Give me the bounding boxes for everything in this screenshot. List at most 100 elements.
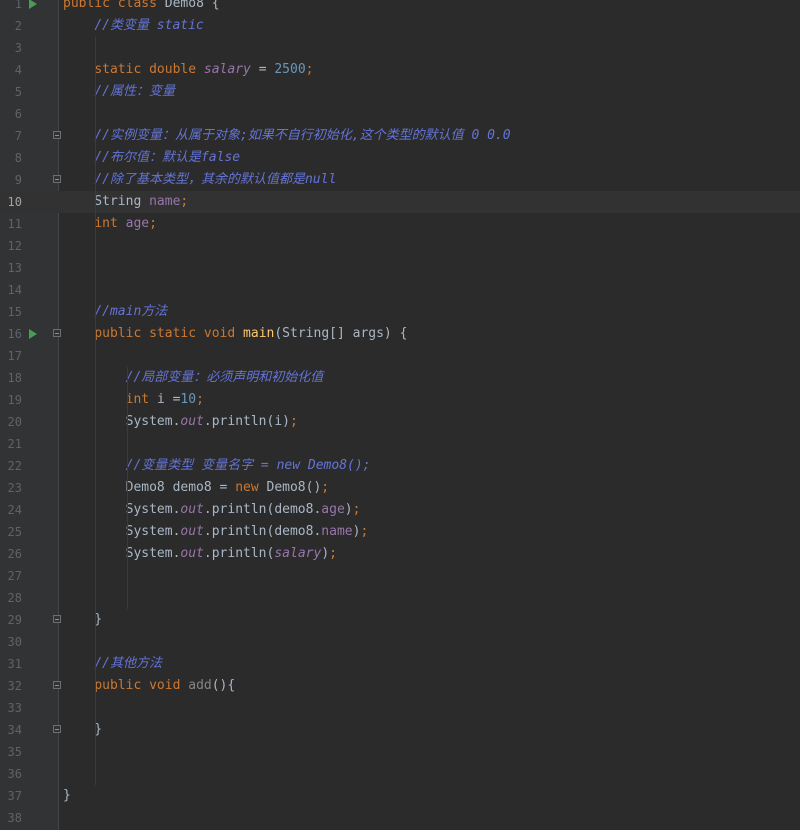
- fold-icon[interactable]: [53, 615, 61, 623]
- code-line[interactable]: 21: [0, 433, 800, 455]
- line-number[interactable]: 18: [0, 367, 22, 389]
- line-number[interactable]: 31: [0, 653, 22, 675]
- run-icon[interactable]: [29, 0, 37, 9]
- line-number[interactable]: 38: [0, 807, 22, 829]
- code-line[interactable]: 32 public void add(){: [0, 675, 800, 697]
- line-number[interactable]: 20: [0, 411, 22, 433]
- line-number[interactable]: 7: [0, 125, 22, 147]
- code-line[interactable]: 25 System.out.println(demo8.name);: [0, 521, 800, 543]
- fold-icon[interactable]: [53, 725, 61, 733]
- line-number[interactable]: 26: [0, 543, 22, 565]
- code-line[interactable]: 31 //其他方法: [0, 653, 800, 675]
- code-line[interactable]: 23 Demo8 demo8 = new Demo8();: [0, 477, 800, 499]
- code-line[interactable]: 8 //布尔值：默认是false: [0, 147, 800, 169]
- code-line[interactable]: 24 System.out.println(demo8.age);: [0, 499, 800, 521]
- code-text: //类变量 static: [63, 15, 203, 37]
- code-line[interactable]: 34 }: [0, 719, 800, 741]
- code-line[interactable]: 17: [0, 345, 800, 367]
- code-token: name: [149, 194, 181, 209]
- code-line[interactable]: 13: [0, 257, 800, 279]
- code-token: i =: [156, 392, 181, 407]
- run-icon[interactable]: [29, 329, 37, 339]
- code-line[interactable]: 5 //属性：变量: [0, 81, 800, 103]
- code-token: salary: [274, 546, 322, 561]
- code-line[interactable]: 29 }: [0, 609, 800, 631]
- line-number[interactable]: 13: [0, 257, 22, 279]
- fold-icon[interactable]: [53, 329, 61, 337]
- code-text: }: [63, 609, 102, 631]
- code-line[interactable]: 36: [0, 763, 800, 785]
- code-line[interactable]: 4 static double salary = 2500;: [0, 59, 800, 81]
- code-line[interactable]: 16 public static void main(String[] args…: [0, 323, 800, 345]
- code-line[interactable]: 14: [0, 279, 800, 301]
- code-text: static double salary = 2500;: [63, 59, 313, 81]
- code-line[interactable]: 33: [0, 697, 800, 719]
- line-number[interactable]: 9: [0, 169, 22, 191]
- line-number[interactable]: 29: [0, 609, 22, 631]
- line-number[interactable]: 30: [0, 631, 22, 653]
- line-number[interactable]: 4: [0, 59, 22, 81]
- line-number[interactable]: 24: [0, 499, 22, 521]
- code-line[interactable]: 35: [0, 741, 800, 763]
- line-number[interactable]: 1: [0, 0, 22, 15]
- code-token: main: [243, 326, 275, 341]
- code-line[interactable]: 28: [0, 587, 800, 609]
- line-number[interactable]: 34: [0, 719, 22, 741]
- line-number[interactable]: 12: [0, 235, 22, 257]
- code-line[interactable]: 3: [0, 37, 800, 59]
- fold-icon[interactable]: [53, 681, 61, 689]
- code-line[interactable]: 19 int i =10;: [0, 389, 800, 411]
- line-number[interactable]: 33: [0, 697, 22, 719]
- line-number[interactable]: 10: [0, 191, 22, 213]
- line-number[interactable]: 37: [0, 785, 22, 807]
- code-line[interactable]: 30: [0, 631, 800, 653]
- code-token: static: [149, 326, 204, 341]
- line-number[interactable]: 17: [0, 345, 22, 367]
- code-text: //属性：变量: [63, 81, 175, 103]
- line-number[interactable]: 14: [0, 279, 22, 301]
- code-line[interactable]: 12: [0, 235, 800, 257]
- line-number[interactable]: 35: [0, 741, 22, 763]
- fold-icon[interactable]: [53, 131, 61, 139]
- code-text: //局部变量：必须声明和初始化值: [63, 367, 324, 389]
- code-line[interactable]: 37}: [0, 785, 800, 807]
- line-number[interactable]: 25: [0, 521, 22, 543]
- code-line[interactable]: 18 //局部变量：必须声明和初始化值: [0, 367, 800, 389]
- fold-icon[interactable]: [53, 175, 61, 183]
- code-token: int: [125, 392, 157, 407]
- line-number[interactable]: 11: [0, 213, 22, 235]
- line-number[interactable]: 19: [0, 389, 22, 411]
- code-line[interactable]: 9 //除了基本类型，其余的默认值都是null: [0, 169, 800, 191]
- line-number[interactable]: 28: [0, 587, 22, 609]
- line-number[interactable]: 27: [0, 565, 22, 587]
- line-number[interactable]: 5: [0, 81, 22, 103]
- code-editor[interactable]: 1 public class Demo8 {2 //类变量 static 3 4 st…: [0, 0, 800, 830]
- line-number[interactable]: 16: [0, 323, 22, 345]
- code-line[interactable]: 1 public class Demo8 {: [0, 0, 800, 15]
- code-line[interactable]: 7 //实例变量：从属于对象;如果不自行初始化,这个类型的默认值 0 0.0: [0, 125, 800, 147]
- code-line[interactable]: 11 int age;: [0, 213, 800, 235]
- line-number[interactable]: 15: [0, 301, 22, 323]
- line-number[interactable]: 22: [0, 455, 22, 477]
- line-number[interactable]: 36: [0, 763, 22, 785]
- code-line[interactable]: 6: [0, 103, 800, 125]
- code-line[interactable]: 26 System.out.println(salary);: [0, 543, 800, 565]
- code-line[interactable]: 2 //类变量 static: [0, 15, 800, 37]
- code-line[interactable]: 27: [0, 565, 800, 587]
- code-token: out: [180, 546, 204, 561]
- code-line[interactable]: 38: [0, 807, 800, 829]
- line-number[interactable]: 23: [0, 477, 22, 499]
- line-number[interactable]: 8: [0, 147, 22, 169]
- line-number[interactable]: 21: [0, 433, 22, 455]
- line-number[interactable]: 2: [0, 15, 22, 37]
- line-number[interactable]: 32: [0, 675, 22, 697]
- code-line[interactable]: 22 //变量类型 变量名字 = new Demo8();: [0, 455, 800, 477]
- line-number[interactable]: 6: [0, 103, 22, 125]
- code-text: //变量类型 变量名字 = new Demo8();: [63, 455, 371, 477]
- code-line[interactable]: 10 String name;: [0, 191, 800, 213]
- code-line[interactable]: 20 System.out.println(i);: [0, 411, 800, 433]
- code-line[interactable]: 15 //main方法: [0, 301, 800, 323]
- line-number[interactable]: 3: [0, 37, 22, 59]
